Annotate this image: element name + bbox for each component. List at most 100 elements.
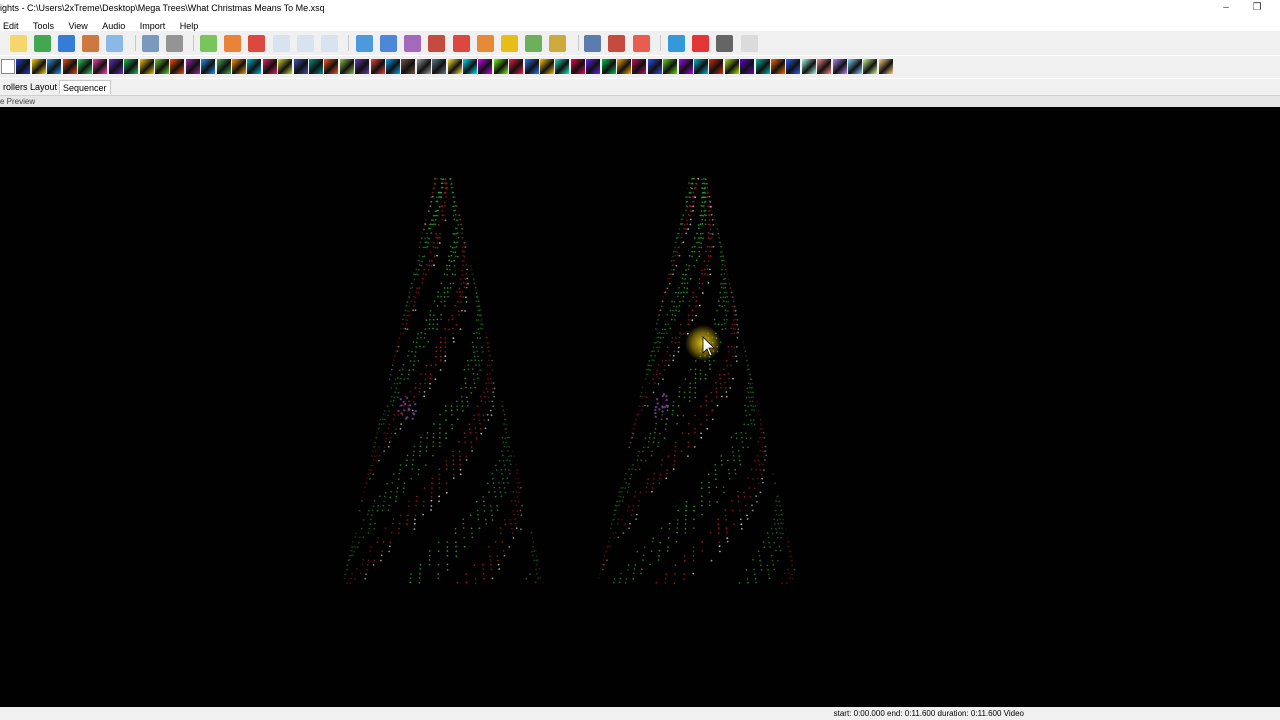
- grid-icon[interactable]: [380, 35, 397, 52]
- play-icon[interactable]: [200, 35, 217, 52]
- save-icon[interactable]: [58, 35, 75, 52]
- home-icon[interactable]: [477, 35, 494, 52]
- record-icon[interactable]: [692, 35, 709, 52]
- pictures-effect-icon[interactable]: [416, 59, 431, 74]
- garlands-effect-icon[interactable]: [216, 59, 231, 74]
- tab-controllers[interactable]: rollers: [0, 80, 31, 94]
- delete-icon[interactable]: [166, 35, 183, 52]
- color-wash-icon[interactable]: [93, 59, 108, 74]
- settings-gear-icon[interactable]: [356, 35, 373, 52]
- spirals-effect-icon[interactable]: [601, 59, 616, 74]
- house-preview-canvas[interactable]: [0, 107, 1280, 707]
- curtain-effect-icon[interactable]: [108, 59, 123, 74]
- tab-layout[interactable]: Layout: [27, 80, 60, 94]
- life-effect-icon[interactable]: [262, 59, 277, 74]
- warning-icon[interactable]: [453, 35, 470, 52]
- text-effect-icon[interactable]: [678, 59, 693, 74]
- tools-icon[interactable]: [525, 35, 542, 52]
- guitar-effect-icon[interactable]: [817, 59, 832, 74]
- render-icon[interactable]: [106, 35, 123, 52]
- on-effect-icon[interactable]: [16, 59, 31, 74]
- led-pixel: [465, 286, 468, 289]
- repeat-icon[interactable]: [321, 35, 338, 52]
- wave-effect-icon[interactable]: [771, 59, 785, 74]
- morph-effect-icon[interactable]: [355, 59, 370, 74]
- duplicate-effect-icon[interactable]: [786, 59, 801, 74]
- off-effect-icon[interactable]: [1, 59, 15, 74]
- effects-icon[interactable]: [428, 35, 445, 52]
- meteors-effect-icon[interactable]: [339, 59, 354, 74]
- sketch-effect-icon[interactable]: [801, 59, 816, 74]
- first-frame-icon[interactable]: [273, 35, 290, 52]
- bulb-on-icon[interactable]: [741, 35, 758, 52]
- snowflakes-effect-icon[interactable]: [570, 59, 585, 74]
- led-pixel: [766, 564, 769, 567]
- strobe-effect-icon[interactable]: [647, 59, 662, 74]
- piano-effect-icon[interactable]: [401, 59, 416, 74]
- tendril-effect-icon[interactable]: [663, 59, 678, 74]
- zoom-out-icon[interactable]: [608, 35, 625, 52]
- stop-icon[interactable]: [248, 35, 265, 52]
- music-effect-icon[interactable]: [386, 59, 400, 74]
- butterfly-effect-icon[interactable]: [47, 59, 62, 74]
- new-sequence-icon[interactable]: [10, 35, 27, 52]
- plasma-effect-icon[interactable]: [447, 59, 462, 74]
- on-wave-effect-icon[interactable]: [848, 59, 862, 74]
- marquee-effect-icon[interactable]: [324, 59, 339, 74]
- shockwave-effect-icon[interactable]: [540, 59, 554, 74]
- servo-effect-icon[interactable]: [478, 59, 493, 74]
- faces-effect-icon[interactable]: [139, 59, 154, 74]
- bars-effect-icon[interactable]: [31, 59, 46, 74]
- help-icon[interactable]: [668, 35, 685, 52]
- lines-effect-icon[interactable]: [293, 59, 308, 74]
- candle-effect-icon[interactable]: [62, 59, 77, 74]
- fan-effect-icon[interactable]: [155, 59, 169, 74]
- ripple-effect-icon[interactable]: [463, 59, 477, 74]
- pause-icon[interactable]: [224, 35, 241, 52]
- pinwheel-effect-icon[interactable]: [432, 59, 447, 74]
- shimmer-effect-icon[interactable]: [524, 59, 539, 74]
- zoom-in-icon[interactable]: [584, 35, 601, 52]
- kaleidoscope-effect-icon[interactable]: [247, 59, 262, 74]
- bulb-off-icon[interactable]: [716, 35, 733, 52]
- spirograph-effect-icon[interactable]: [617, 59, 631, 74]
- singing-face-icon[interactable]: [555, 59, 570, 74]
- restore-button[interactable]: ❐: [1245, 1, 1269, 15]
- timer-icon[interactable]: [142, 35, 159, 52]
- warp-effect-icon[interactable]: [755, 59, 770, 74]
- glediator-effect-icon[interactable]: [232, 59, 246, 74]
- led-pixel: [425, 450, 428, 452]
- minimize-button[interactable]: –: [1214, 1, 1238, 15]
- fill-effect-icon[interactable]: [863, 59, 878, 74]
- tab-sequencer[interactable]: Sequencer: [59, 80, 111, 94]
- circles-effect-icon[interactable]: [78, 59, 92, 74]
- adjust-effect-icon[interactable]: [832, 59, 847, 74]
- layers-icon[interactable]: [404, 35, 421, 52]
- shader-effect-icon[interactable]: [493, 59, 508, 74]
- fire-effect-icon[interactable]: [170, 59, 185, 74]
- bookmark-icon[interactable]: [633, 35, 650, 52]
- liquid-effect-icon[interactable]: [309, 59, 323, 74]
- shape-effect-icon[interactable]: [509, 59, 524, 74]
- galaxy-effect-icon[interactable]: [201, 59, 216, 74]
- video-effect-icon[interactable]: [740, 59, 755, 74]
- wave-w-effect-icon[interactable]: [878, 59, 893, 74]
- last-frame-icon[interactable]: [297, 35, 314, 52]
- moving-head-icon[interactable]: [370, 59, 385, 74]
- led-pixel: [745, 437, 748, 440]
- save-as-icon[interactable]: [82, 35, 99, 52]
- dmx-effect-icon[interactable]: [124, 59, 139, 74]
- lightning-effect-icon[interactable]: [278, 59, 293, 74]
- brush-icon[interactable]: [549, 35, 566, 52]
- led-pixel: [727, 468, 730, 471]
- snowstorm-effect-icon[interactable]: [586, 59, 601, 74]
- align-icon[interactable]: [501, 35, 518, 52]
- open-folder-icon[interactable]: [34, 35, 51, 52]
- twinkle-effect-icon[interactable]: [709, 59, 724, 74]
- fireworks-effect-icon[interactable]: [185, 59, 200, 74]
- led-pixel: [687, 441, 690, 443]
- vu-meter-icon[interactable]: [724, 59, 739, 74]
- led-pixel: [706, 187, 709, 189]
- tree-effect-icon[interactable]: [694, 59, 708, 74]
- state-effect-icon[interactable]: [632, 59, 647, 74]
